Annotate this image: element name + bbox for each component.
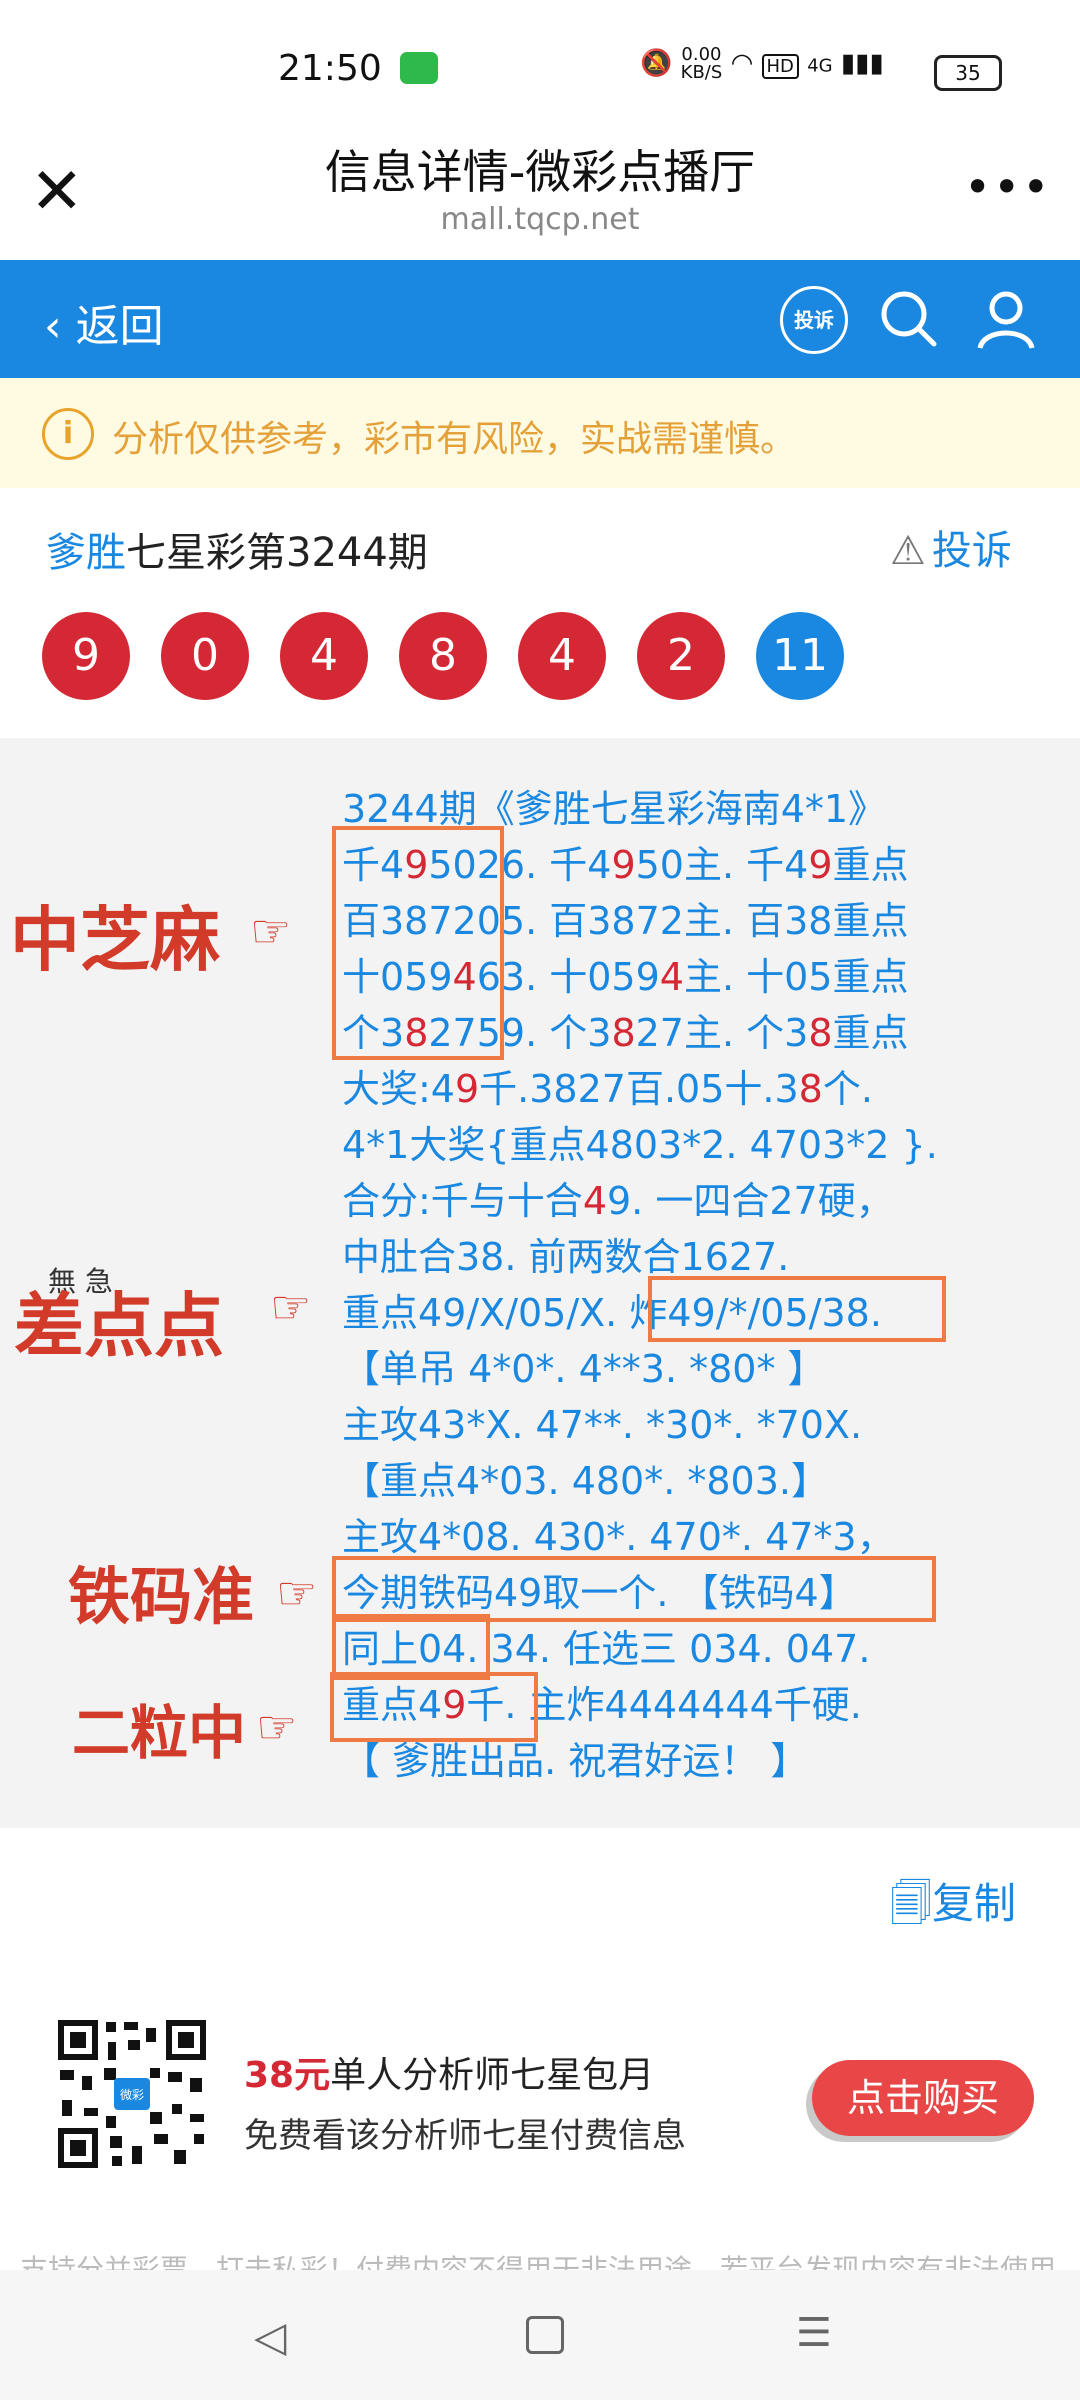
message-app-icon (400, 52, 438, 84)
page-title: 信息详情-微彩点播厅 (324, 145, 756, 199)
qr-center-label: 微彩 (120, 2088, 144, 2102)
search-icon[interactable] (876, 286, 940, 350)
stamp-label: 铁码准 (68, 1560, 255, 1633)
ad-subtitle: 免费看该分析师七星付费信息 (244, 2116, 686, 2156)
user-icon[interactable] (974, 286, 1038, 350)
qr-code: 微彩 (54, 2016, 210, 2172)
highlight-box (330, 1672, 538, 1742)
highlight-box (332, 826, 504, 1060)
signal-icon: ▮▮▮ (840, 48, 884, 79)
content-line: 大奖:49千.3827百.05十.38个. (342, 1067, 873, 1111)
result-ball: 4 (280, 612, 368, 700)
copy-icon: 🗐 (890, 1879, 932, 1928)
status-time: 21:50 (278, 48, 382, 89)
highlight-box (332, 1614, 490, 1680)
page-url: mall.tqcp.net (440, 202, 640, 237)
content-line: 主攻4*08. 430*. 470*. 47*3， (342, 1515, 895, 1559)
back-button[interactable]: ‹ 返回 (44, 290, 164, 354)
more-icon[interactable]: ••• (964, 160, 1051, 214)
stamp-label: 二粒中 (72, 1699, 247, 1767)
nav-back-icon[interactable]: ◁ (254, 2312, 286, 2361)
content-line: 4*1大奖{重点4803*2. 4703*2 }. (342, 1123, 938, 1167)
nav-menu-icon[interactable]: ☰ (796, 2310, 832, 2356)
chevron-left-icon: ‹ (44, 301, 62, 352)
wifi-icon: ◠ (730, 48, 754, 79)
net-speed-unit: KB/S (680, 62, 723, 83)
content-line: 【单吊 4*0*. 4**3. *80* 】 (342, 1347, 826, 1391)
hd-icon: HD (761, 53, 799, 79)
result-ball: 8 (399, 612, 487, 700)
info-icon: i (42, 408, 94, 460)
content-line: 主攻43*X. 47**. *30*. *70X. (342, 1403, 863, 1447)
pointing-hand-icon: ☞ (276, 1566, 318, 1620)
copy-button[interactable]: 🗐复制 (890, 1870, 1016, 1945)
stamp-label: 差点点 (14, 1284, 224, 1367)
network-type: 4G (807, 55, 833, 77)
status-bar (0, 0, 1080, 130)
content-line: 【重点4*03. 480*. *803.】 (342, 1459, 829, 1503)
pointing-hand-icon: ☞ (256, 1700, 298, 1754)
ad-price: 38元 (244, 2055, 331, 2096)
highlight-box (648, 1276, 946, 1342)
result-ball: 0 (161, 612, 249, 700)
highlight-box (332, 1556, 936, 1622)
warning-icon: ⚠ (890, 528, 926, 574)
author-link[interactable]: 爹胜 (46, 530, 126, 576)
copy-label: 复制 (931, 1879, 1016, 1928)
issue-name: 七星彩第3244期 (126, 530, 428, 576)
content-line: 合分:千与十合49. 一四合27硬， (342, 1179, 894, 1223)
result-ball: 4 (518, 612, 606, 700)
buy-button[interactable]: 点击购买 (812, 2060, 1034, 2136)
nav-home-icon[interactable] (526, 2316, 564, 2354)
battery-indicator: 35 (934, 55, 1002, 91)
ad-title: 38元单人分析师七星包月 (244, 2046, 654, 2098)
ad-title-text: 单人分析师七星包月 (330, 2055, 655, 2096)
content-line: 3244期《爹胜七星彩海南4*1》 (342, 787, 887, 831)
report-label: 投诉 (931, 528, 1012, 574)
stamp-label: 中芝麻 (10, 898, 220, 981)
special-ball: 11 (756, 612, 844, 700)
risk-warning-text: 分析仅供参考，彩市有风险，实战需谨慎。 (112, 419, 797, 460)
result-ball: 9 (42, 612, 130, 700)
pointing-hand-icon: ☞ (250, 904, 292, 958)
pointing-hand-icon: ☞ (270, 1280, 312, 1334)
content-line: 中肚合38. 前两数合1627. (342, 1235, 790, 1279)
mute-icon: 🔕 (640, 48, 673, 79)
back-label: 返回 (75, 301, 164, 352)
result-ball: 2 (637, 612, 725, 700)
status-icons: 🔕 0.00 KB/S ◠ HD 4G ▮▮▮ (640, 46, 884, 82)
report-button[interactable]: ⚠ 投诉 (890, 518, 1012, 576)
complain-button[interactable]: 投诉 (780, 286, 848, 354)
issue-title: 爹胜七星彩第3244期 (46, 520, 428, 578)
